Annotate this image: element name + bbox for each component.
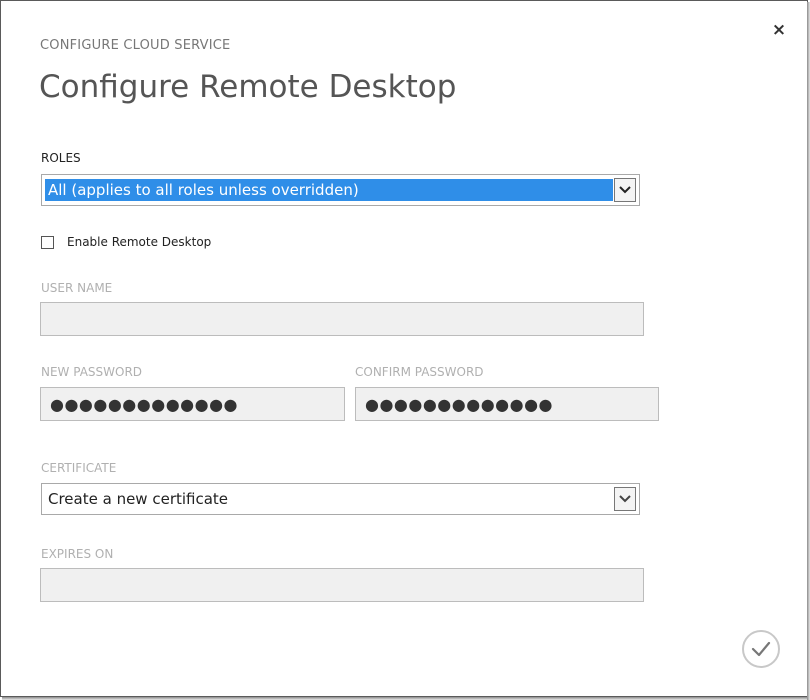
close-icon[interactable]: × [771, 19, 787, 41]
checkmark-icon[interactable] [742, 630, 780, 668]
user-name-field[interactable] [40, 302, 644, 336]
confirm-password-label: CONFIRM PASSWORD [355, 365, 484, 379]
confirm-password-mask: ●●●●●●●●●●●●● [365, 395, 553, 414]
roles-selected-value: All (applies to all roles unless overrid… [48, 181, 359, 199]
chevron-down-icon[interactable] [614, 178, 636, 202]
certificate-selected-value: Create a new certificate [48, 490, 229, 508]
roles-label: ROLES [41, 151, 81, 165]
dialog: × CONFIGURE CLOUD SERVICE Configure Remo… [0, 0, 808, 697]
new-password-mask: ●●●●●●●●●●●●● [50, 395, 238, 414]
dialog-title: Configure Remote Desktop [39, 69, 457, 105]
user-name-label: USER NAME [41, 281, 113, 295]
roles-dropdown[interactable]: All (applies to all roles unless overrid… [41, 174, 640, 206]
confirm-password-field[interactable]: ●●●●●●●●●●●●● [355, 387, 659, 421]
chevron-down-icon[interactable] [614, 487, 636, 511]
new-password-label: NEW PASSWORD [41, 365, 143, 379]
expires-on-field[interactable] [40, 568, 644, 602]
new-password-field[interactable]: ●●●●●●●●●●●●● [40, 387, 345, 421]
certificate-label: CERTIFICATE [41, 461, 117, 475]
enable-remote-desktop-row[interactable]: Enable Remote Desktop [41, 235, 211, 249]
certificate-dropdown[interactable]: Create a new certificate [41, 483, 640, 515]
dialog-subtitle: CONFIGURE CLOUD SERVICE [40, 38, 231, 53]
enable-remote-desktop-checkbox[interactable] [41, 235, 54, 249]
expires-on-label: EXPIRES ON [41, 547, 114, 561]
enable-remote-desktop-label: Enable Remote Desktop [67, 235, 212, 249]
